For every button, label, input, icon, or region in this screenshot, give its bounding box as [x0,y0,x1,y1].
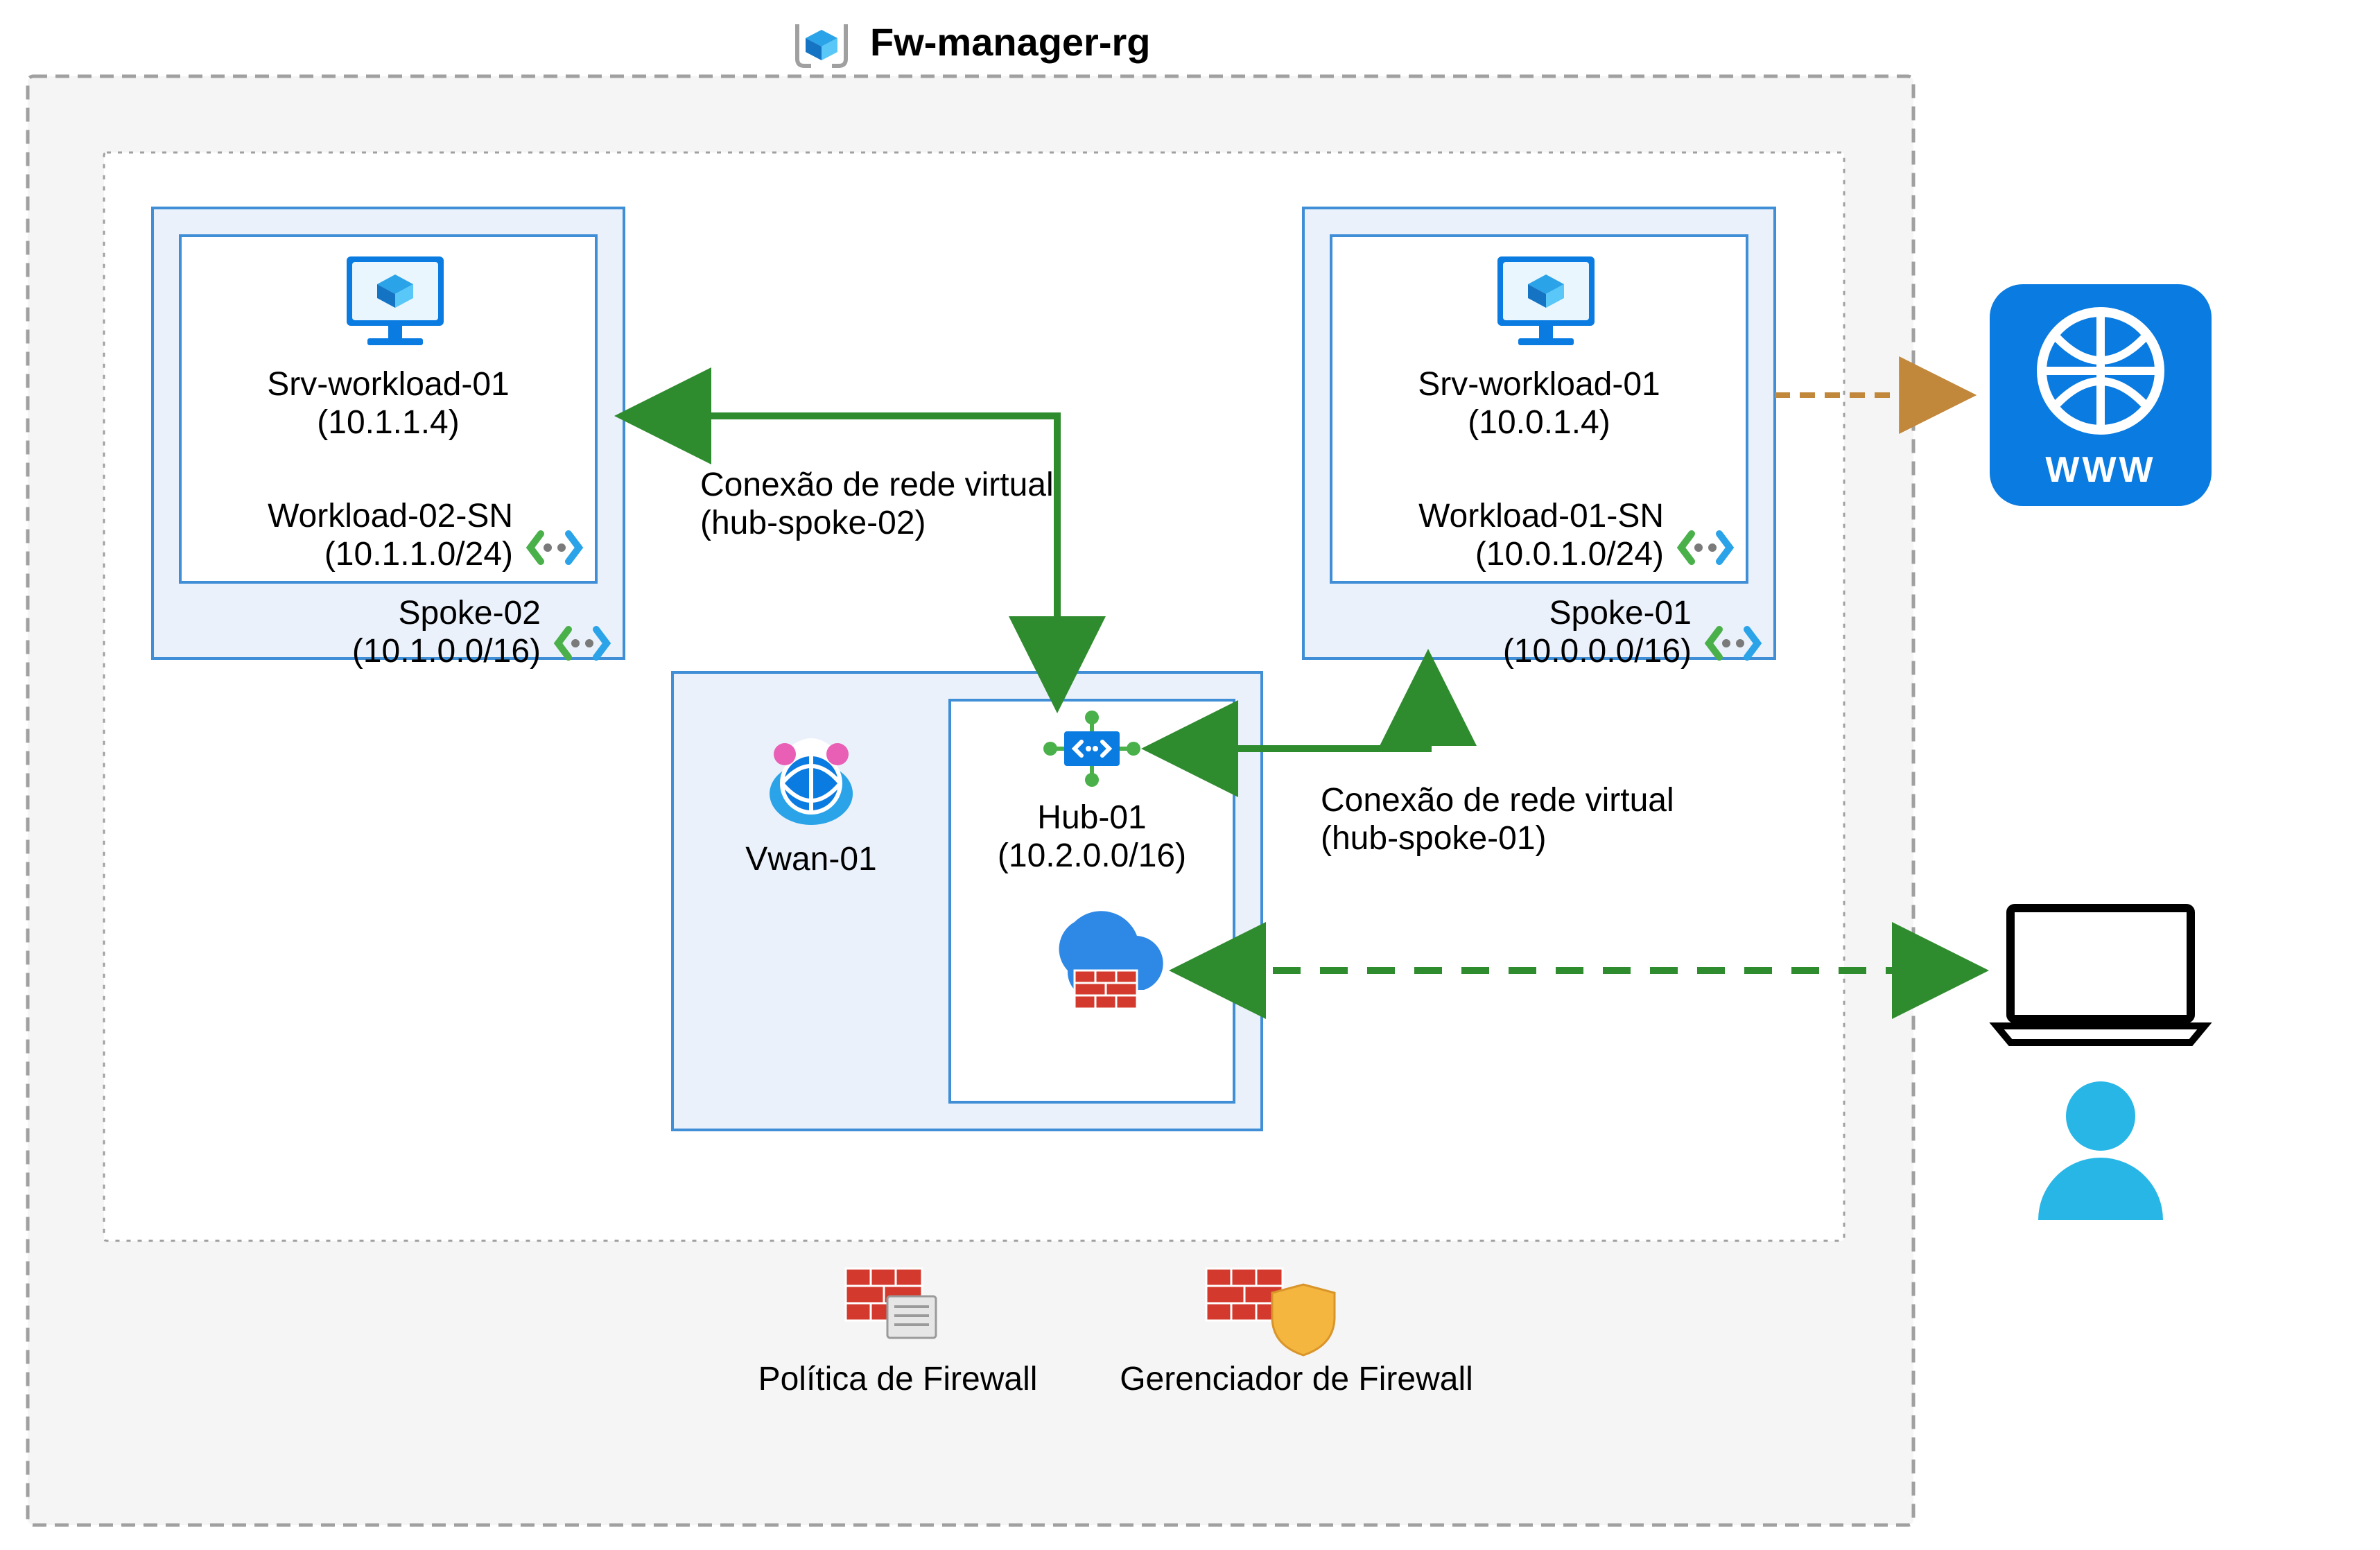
hub-cidr: (10.2.0.0/16) [998,837,1186,874]
spoke1-vnet-name: Spoke-01 [1549,595,1692,632]
hub-name: Hub-01 [1037,799,1146,836]
conn-left-line1: Conexão de rede virtual [700,467,1054,503]
legend-policy-label: Política de Firewall [758,1361,1038,1397]
spoke2-vm-ip: (10.1.1.4) [317,404,459,441]
spoke1-subnet-name: Workload-01-SN [1418,498,1664,534]
conn-right-line1: Conexão de rede virtual [1321,782,1674,819]
spoke2-vnet-name: Spoke-02 [399,595,541,632]
spoke2-subnet-name: Workload-02-SN [268,498,513,534]
internet-www-label: WWW [2045,450,2155,490]
spoke2-vm-name: Srv-workload-01 [267,366,509,403]
resource-group-title: Fw-manager-rg [870,20,1151,64]
user-icon [2038,1081,2163,1220]
spoke1-subnet-cidr: (10.0.1.0/24) [1475,536,1664,573]
vwan-icon [770,738,853,825]
spoke1-vm-name: Srv-workload-01 [1418,366,1660,403]
spoke2-subnet-cidr: (10.1.1.0/24) [324,536,513,573]
spoke2-vnet-cidr: (10.1.0.0/16) [352,633,541,670]
conn-right-line2: (hub-spoke-01) [1321,820,1547,857]
legend-manager-label: Gerenciador de Firewall [1120,1361,1473,1397]
vwan-name: Vwan-01 [745,841,876,878]
laptop-icon [1997,908,2205,1043]
resource-group-icon [797,24,846,66]
internet-www-icon: WWW [1990,284,2212,506]
spoke1-vm-ip: (10.0.1.4) [1468,404,1610,441]
conn-left-line2: (hub-spoke-02) [700,505,926,541]
diagram-canvas: Fw-manager-rg Srv-workload-01 (10.1.1.4)… [0,0,2380,1550]
spoke1-vnet-cidr: (10.0.0.0/16) [1503,633,1692,670]
